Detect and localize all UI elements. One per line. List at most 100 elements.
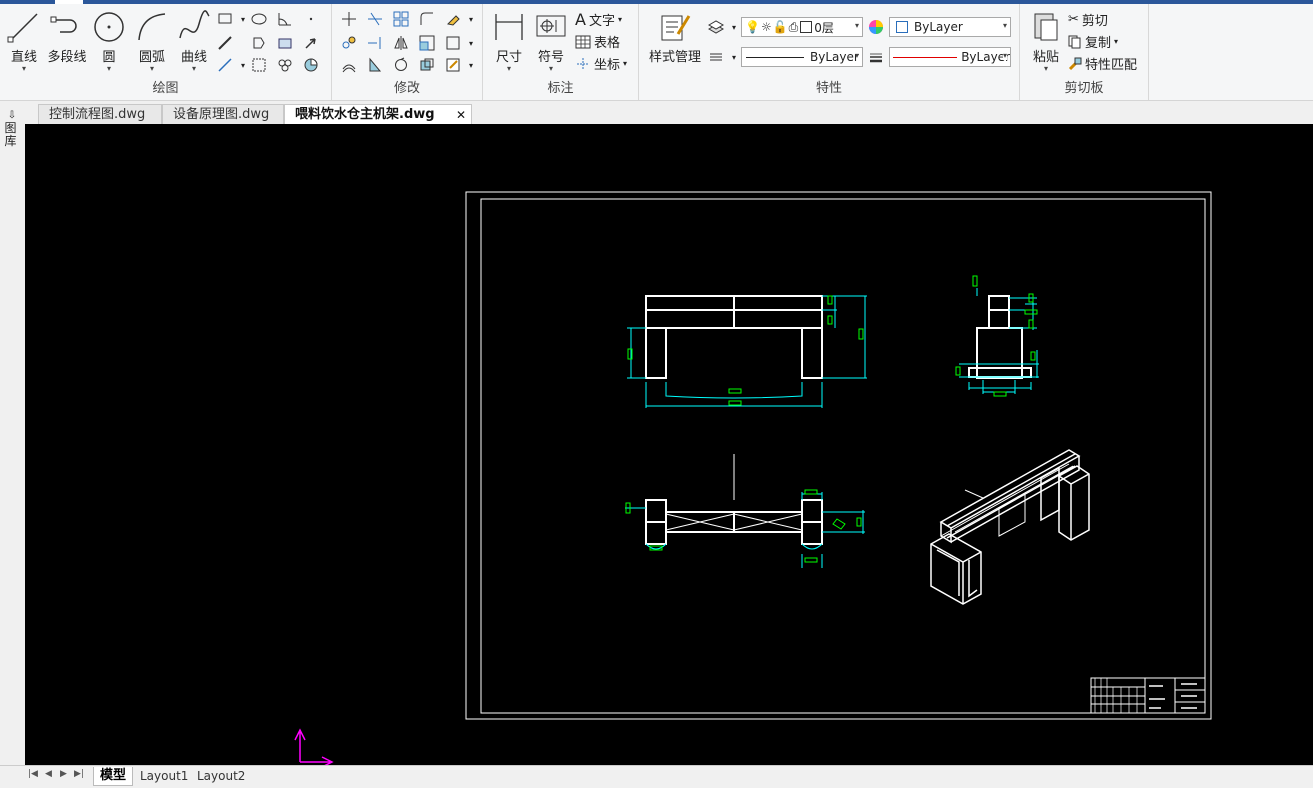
- chevron-down-icon[interactable]: ▾: [92, 65, 126, 73]
- offset-icon[interactable]: [340, 56, 358, 74]
- chevron-down-icon[interactable]: ▾: [6, 65, 42, 73]
- block-icon[interactable]: [418, 56, 436, 74]
- layer-value: 0层: [814, 20, 834, 35]
- chevron-down-icon[interactable]: ▾: [1026, 65, 1066, 73]
- dimension-button[interactable]: 尺寸 ▾: [491, 10, 527, 73]
- line-button[interactable]: 直线 ▾: [6, 10, 42, 73]
- linetype-select[interactable]: ByLayer ▾: [741, 47, 863, 67]
- trim-icon[interactable]: [366, 10, 384, 28]
- boundary-icon[interactable]: [276, 34, 294, 52]
- style-manager-button[interactable]: 样式管理: [645, 10, 705, 65]
- copy-icon: [1068, 35, 1081, 48]
- circle-icon: [92, 10, 126, 44]
- copy-label: 复制: [1085, 36, 1112, 51]
- chevron-down-icon[interactable]: ▾: [462, 34, 480, 52]
- front-view-dimensions: [627, 295, 867, 408]
- coordinate-button[interactable]: 坐标 ▾: [575, 54, 627, 73]
- curve-button[interactable]: 曲线 ▾: [174, 10, 214, 73]
- layout-tab-model[interactable]: 模型: [93, 767, 134, 786]
- line-label: 直线: [10, 50, 37, 65]
- layout-tab-label: Layout2: [197, 769, 246, 783]
- arc-button[interactable]: 圆弧 ▾: [132, 10, 172, 73]
- cut-label: 剪切: [1081, 14, 1108, 29]
- explode-icon[interactable]: [366, 56, 384, 74]
- cloud-icon[interactable]: [276, 56, 294, 74]
- layout-tab-label: 模型: [100, 768, 127, 783]
- layer-select[interactable]: 💡 ☼ 🔓 ⎙ 0层 ▾: [741, 17, 863, 37]
- rectangle-icon[interactable]: [216, 10, 234, 28]
- chevron-down-icon[interactable]: ▾: [533, 65, 569, 73]
- layout-tab-layout2[interactable]: Layout2: [191, 767, 251, 785]
- style-manager-label: 样式管理: [648, 50, 701, 65]
- doc-tab-feed-water-frame[interactable]: 喂料饮水仓主机架.dwg ✕: [284, 104, 472, 124]
- rotate-icon[interactable]: [392, 56, 410, 74]
- color-swatch: [896, 21, 908, 33]
- drawing-canvas[interactable]: [25, 124, 1313, 768]
- lineweight-icon[interactable]: [867, 48, 885, 66]
- layout-tab-layout1[interactable]: Layout1: [134, 767, 194, 785]
- scale-icon[interactable]: [418, 34, 436, 52]
- polyline-button[interactable]: 多段线: [44, 10, 90, 65]
- layout-tab-bar: |◀ ◀ ▶ ▶| 模型 Layout1 Layout2: [0, 765, 1313, 788]
- side-view: [968, 295, 1032, 379]
- color-wheel-icon[interactable]: [867, 18, 885, 36]
- region-icon[interactable]: [250, 34, 268, 52]
- ray-icon[interactable]: [216, 56, 234, 74]
- first-layout-icon[interactable]: |◀: [28, 769, 38, 779]
- chevron-down-icon: ▾: [854, 51, 859, 60]
- document-tab-bar: 控制流程图.dwg 设备原理图.dwg 喂料饮水仓主机架.dwg ✕: [0, 101, 1313, 124]
- pointer-arrow-icon[interactable]: [302, 34, 320, 52]
- chevron-down-icon[interactable]: ▾: [132, 65, 172, 73]
- next-layout-icon[interactable]: ▶: [60, 769, 67, 779]
- prev-layout-icon[interactable]: ◀: [45, 769, 52, 779]
- copy-button[interactable]: 复制 ▾: [1068, 32, 1118, 51]
- library-label: 图库: [4, 121, 17, 148]
- chevron-down-icon[interactable]: ▾: [174, 65, 214, 73]
- sun-icon: ☼: [760, 20, 772, 34]
- symbol-button[interactable]: 符号 ▾: [533, 10, 569, 73]
- mirror-icon[interactable]: [392, 34, 410, 52]
- table-button[interactable]: 表格: [575, 32, 620, 51]
- linetype-value: ByLayer: [810, 50, 859, 64]
- array-icon[interactable]: [392, 10, 410, 28]
- chevron-down-icon[interactable]: ▾: [1114, 37, 1118, 46]
- linetype-icon[interactable]: [707, 48, 725, 66]
- construction-line-icon[interactable]: [216, 34, 234, 52]
- edit-properties-icon[interactable]: [444, 56, 462, 74]
- doc-tab-equipment[interactable]: 设备原理图.dwg: [162, 104, 284, 124]
- text-button[interactable]: A 文字 ▾: [575, 10, 622, 29]
- erase-icon[interactable]: [444, 10, 462, 28]
- layer-manager-icon[interactable]: [707, 18, 725, 36]
- color-select[interactable]: ByLayer ▾: [889, 17, 1011, 37]
- arc-label: 圆弧: [138, 50, 165, 65]
- fillet-icon[interactable]: [418, 10, 436, 28]
- donut-icon[interactable]: [302, 56, 320, 74]
- chevron-down-icon: ▾: [1002, 51, 1007, 60]
- circle-button[interactable]: 圆 ▾: [92, 10, 126, 73]
- last-layout-icon[interactable]: ▶|: [74, 769, 84, 779]
- move-icon[interactable]: [340, 10, 358, 28]
- symbol-icon: [533, 10, 569, 44]
- hatch-icon[interactable]: [250, 56, 268, 74]
- copy-objects-icon[interactable]: [340, 34, 358, 52]
- chevron-down-icon[interactable]: ▾: [491, 65, 527, 73]
- match-properties-button[interactable]: 特性匹配: [1068, 54, 1137, 73]
- angle-icon[interactable]: [276, 10, 294, 28]
- chevron-down-icon[interactable]: ▾: [618, 15, 622, 24]
- library-tab[interactable]: ⇩ 图库: [4, 109, 20, 148]
- extend-icon[interactable]: [366, 34, 384, 52]
- close-icon[interactable]: ✕: [456, 105, 466, 125]
- annotate-panel: 尺寸 ▾ 符号 ▾ A 文字 ▾ 表格 坐标 ▾ 标注: [483, 4, 639, 100]
- chevron-down-icon[interactable]: ▾: [462, 56, 480, 74]
- lineweight-select[interactable]: ByLayer ▾: [889, 47, 1011, 67]
- ellipse-icon[interactable]: [250, 10, 268, 28]
- paste-button[interactable]: 粘贴 ▾: [1026, 10, 1066, 73]
- table-icon: [575, 35, 591, 48]
- stretch-icon[interactable]: [444, 34, 462, 52]
- chevron-down-icon[interactable]: ▾: [623, 59, 627, 68]
- chevron-down-icon[interactable]: ▾: [462, 10, 480, 28]
- point-icon[interactable]: [302, 10, 320, 28]
- table-label: 表格: [594, 36, 621, 51]
- doc-tab-control-flow[interactable]: 控制流程图.dwg: [38, 104, 162, 124]
- cut-button[interactable]: ✂ 剪切: [1068, 10, 1108, 29]
